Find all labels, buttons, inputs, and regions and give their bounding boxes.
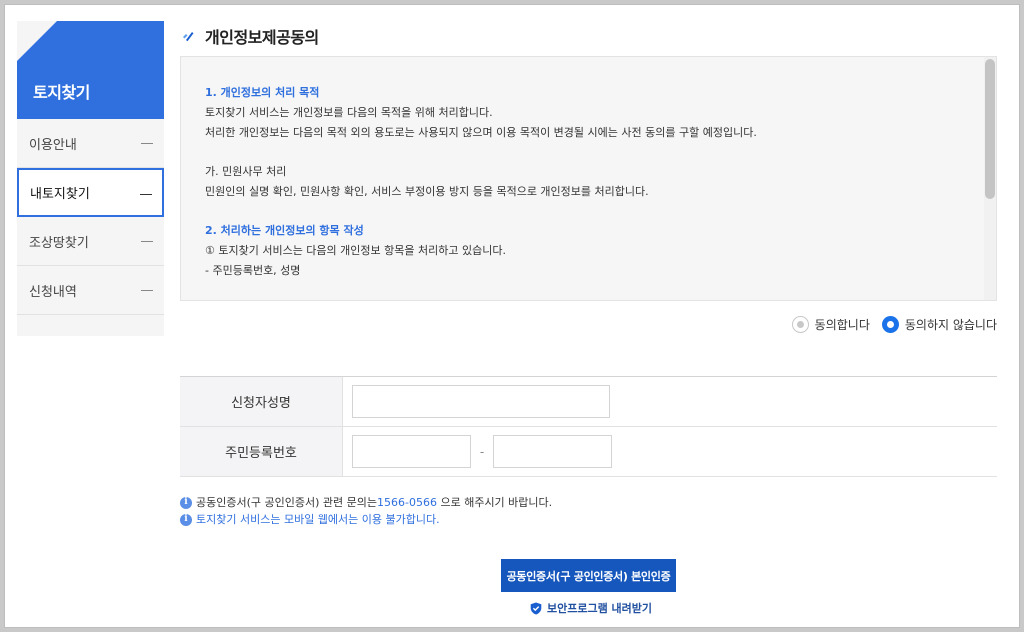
- sidebar-item-ancestor-land[interactable]: 조상땅찾기: [17, 217, 164, 266]
- notice-certificate: i 공동인증서(구 공인인증서) 관련 문의는 1566-0566 으로 해주시…: [180, 494, 552, 511]
- sidebar-header: 토지찾기: [17, 21, 164, 119]
- name-field-cell: [343, 377, 997, 426]
- sidebar-item-label: 이용안내: [29, 137, 77, 153]
- shield-check-icon: [530, 602, 542, 614]
- checkmark-icon: [183, 32, 194, 42]
- rrn-field-cell: -: [343, 427, 997, 476]
- terms-text: 토지찾기 서비스는 개인정보를 다음의 목적을 위해 처리합니다.: [205, 106, 493, 119]
- info-icon: i: [180, 513, 192, 526]
- rrn-separator: -: [479, 444, 485, 459]
- page-title-row: 개인정보제공동의: [181, 24, 319, 48]
- rrn-label: 주민등록번호: [180, 427, 343, 476]
- terms-text: 민원인의 실명 확인, 민원사항 확인, 서비스 부정이용 방지 등을 목적으로…: [205, 185, 649, 198]
- agree-radio[interactable]: [791, 316, 809, 333]
- security-program-download-link[interactable]: 보안프로그램 내려받기: [530, 600, 652, 616]
- terms-content: 1. 개인정보의 처리 목적 토지찾기 서비스는 개인정보를 다음의 목적을 위…: [181, 57, 996, 281]
- dash-icon: [141, 290, 153, 291]
- terms-text: 처리한 개인정보는 다음의 목적 외의 용도로는 사용되지 않으며 이용 목적이…: [205, 126, 757, 139]
- sidebar-item-label: 조상땅찾기: [29, 235, 89, 251]
- terms-box[interactable]: 1. 개인정보의 처리 목적 토지찾기 서비스는 개인정보를 다음의 목적을 위…: [180, 56, 997, 301]
- disagree-radio[interactable]: [881, 316, 899, 333]
- page-title: 개인정보제공동의: [205, 28, 319, 47]
- terms-heading-2: 2. 처리하는 개인정보의 항목 작성: [205, 224, 364, 237]
- sidebar: 토지찾기 이용안내 내토지찾기 조상땅찾기 신청내역: [17, 21, 164, 336]
- dash-icon: [141, 241, 153, 242]
- sidebar-item-label: 내토지찾기: [30, 187, 90, 202]
- dash-icon: [141, 143, 153, 144]
- sidebar-item-my-land[interactable]: 내토지찾기: [17, 168, 164, 217]
- form-row-rrn: 주민등록번호 -: [180, 427, 997, 477]
- download-label: 보안프로그램 내려받기: [547, 602, 653, 615]
- terms-subheading: 가. 민원사무 처리: [205, 165, 287, 178]
- notice-text: 으로 해주시기 바랍니다.: [436, 496, 553, 509]
- disagree-label[interactable]: 동의하지 않습니다: [905, 316, 997, 333]
- dash-icon: [140, 194, 152, 195]
- sidebar-item-history[interactable]: 신청내역: [17, 266, 164, 315]
- consent-group: 동의합니다 동의하지 않습니다: [791, 316, 997, 333]
- certificate-auth-button[interactable]: 공동인증서(구 공인인증서) 본인인증: [501, 559, 676, 592]
- rrn-back-input[interactable]: [493, 435, 612, 468]
- rrn-front-input[interactable]: [352, 435, 471, 468]
- notice-text: 공동인증서(구 공인인증서) 관련 문의는: [196, 496, 377, 509]
- scrollbar-thumb[interactable]: [985, 59, 995, 199]
- notice-text: 토지찾기 서비스는 모바일 웹에서는 이용 불가합니다.: [196, 513, 440, 526]
- terms-heading-1: 1. 개인정보의 처리 목적: [205, 86, 320, 99]
- name-input[interactable]: [352, 385, 610, 418]
- applicant-form: 신청자성명 주민등록번호 -: [180, 376, 997, 477]
- agree-label[interactable]: 동의합니다: [815, 316, 870, 333]
- notice-mobile: i 토지찾기 서비스는 모바일 웹에서는 이용 불가합니다.: [180, 511, 552, 528]
- info-icon: i: [180, 496, 192, 509]
- sidebar-title: 토지찾기: [33, 83, 90, 102]
- form-row-name: 신청자성명: [180, 377, 997, 427]
- notice-list: i 공동인증서(구 공인인증서) 관련 문의는 1566-0566 으로 해주시…: [180, 494, 552, 528]
- support-phone: 1566-0566: [377, 496, 437, 509]
- sidebar-item-label: 신청내역: [29, 284, 77, 300]
- terms-text: ① 토지찾기 서비스는 다음의 개인정보 항목을 처리하고 있습니다.: [205, 244, 506, 257]
- terms-scrollbar[interactable]: [984, 57, 996, 300]
- sidebar-item-guide[interactable]: 이용안내: [17, 119, 164, 168]
- terms-text: - 주민등록번호, 성명: [205, 264, 301, 277]
- name-label: 신청자성명: [180, 377, 343, 426]
